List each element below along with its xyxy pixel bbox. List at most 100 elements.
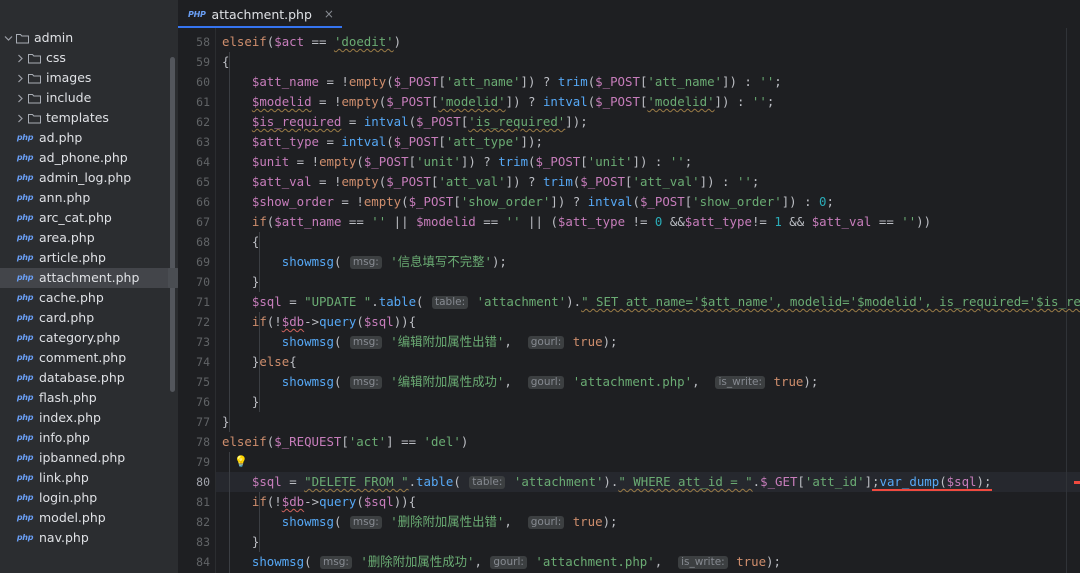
tree-item-attachment-php[interactable]: php attachment.php	[0, 268, 178, 288]
line-number[interactable]: 62	[178, 112, 210, 132]
tree-item-admin-log-php[interactable]: php admin_log.php	[0, 168, 178, 188]
tree-item-flash-php[interactable]: php flash.php	[0, 388, 178, 408]
tree-item-include[interactable]: include	[0, 88, 178, 108]
chevron-down-icon[interactable]	[2, 35, 14, 42]
line-number[interactable]: 73	[178, 332, 210, 352]
tree-item-info-php[interactable]: php info.php	[0, 428, 178, 448]
project-file-tree-panel[interactable]: admin css images include templates php ad.php p…	[0, 0, 178, 573]
tree-item-label: database.php	[39, 370, 125, 385]
line-number[interactable]: 67	[178, 212, 210, 232]
tree-item-comment-php[interactable]: php comment.php	[0, 348, 178, 368]
code-line[interactable]: }	[222, 532, 1080, 552]
error-stripe-marker[interactable]	[1074, 481, 1080, 484]
code-line[interactable]: showmsg( msg: '信息填写不完整');	[222, 252, 1080, 272]
code-line[interactable]: elseif($act == 'doedit')	[222, 32, 1080, 52]
tree-item-arc-cat-php[interactable]: php arc_cat.php	[0, 208, 178, 228]
line-number[interactable]: 66	[178, 192, 210, 212]
line-number[interactable]: 61	[178, 92, 210, 112]
sidebar-scroll-marker[interactable]	[168, 268, 178, 288]
tree-item-label: images	[46, 70, 92, 85]
line-number[interactable]: 77	[178, 412, 210, 432]
code-line[interactable]: showmsg( msg: '删除附加属性成功', gourl: 'attach…	[222, 552, 1080, 572]
code-line[interactable]: }	[222, 412, 1080, 432]
line-number[interactable]: 80	[178, 472, 210, 492]
code-line[interactable]: showmsg( msg: '编辑附加属性成功', gourl: 'attach…	[222, 372, 1080, 392]
line-number[interactable]: 83	[178, 532, 210, 552]
code-line[interactable]: $show_order = !empty($_POST['show_order'…	[222, 192, 1080, 212]
tree-item-login-php[interactable]: php login.php	[0, 488, 178, 508]
line-number[interactable]: 74	[178, 352, 210, 372]
tree-item-css[interactable]: css	[0, 48, 178, 68]
code-line[interactable]: showmsg( msg: '删除附加属性出错', gourl: true);	[222, 512, 1080, 532]
line-number[interactable]: 63	[178, 132, 210, 152]
chevron-right-icon[interactable]	[14, 94, 26, 103]
code-line[interactable]: }	[222, 272, 1080, 292]
line-number[interactable]: 70	[178, 272, 210, 292]
tree-item-ann-php[interactable]: php ann.php	[0, 188, 178, 208]
code-line[interactable]: $sql = "UPDATE ".table( table: 'attachme…	[222, 292, 1080, 312]
line-number[interactable]: 71	[178, 292, 210, 312]
tree-item-card-php[interactable]: php card.php	[0, 308, 178, 328]
code-editor-area[interactable]: 58 59 60 61 62 63 64 65 66 67 68 69 70 71 72 73 74 75 76 77…	[178, 28, 1080, 573]
line-number[interactable]: 69	[178, 252, 210, 272]
line-number[interactable]: 75	[178, 372, 210, 392]
code-line[interactable]: $unit = !empty($_POST['unit']) ? trim($_…	[222, 152, 1080, 172]
parameter-hint: is_write:	[678, 556, 728, 569]
tree-item-nav-php[interactable]: php nav.php	[0, 528, 178, 548]
code-line[interactable]: if(!$db->query($sql)){	[222, 492, 1080, 512]
code-line[interactable]: {	[222, 52, 1080, 72]
line-number[interactable]: 64	[178, 152, 210, 172]
line-number-gutter[interactable]: 58 59 60 61 62 63 64 65 66 67 68 69 70 71 72 73 74 75 76 77…	[178, 28, 215, 573]
close-icon[interactable]: ×	[324, 8, 334, 20]
tree-item-templates[interactable]: templates	[0, 108, 178, 128]
tree-item-cache-php[interactable]: php cache.php	[0, 288, 178, 308]
code-line[interactable]: $att_val = !empty($_POST['att_val']) ? t…	[222, 172, 1080, 192]
tree-item-images[interactable]: images	[0, 68, 178, 88]
code-line[interactable]: showmsg( msg: '编辑附加属性出错', gourl: true);	[222, 332, 1080, 352]
tree-item-area-php[interactable]: php area.php	[0, 228, 178, 248]
tab-attachment-php[interactable]: PHP attachment.php ×	[178, 0, 342, 28]
tree-item-link-php[interactable]: php link.php	[0, 468, 178, 488]
line-number[interactable]: 68	[178, 232, 210, 252]
line-number[interactable]: 78	[178, 432, 210, 452]
code-line[interactable]	[222, 452, 1080, 472]
tree-item-article-php[interactable]: php article.php	[0, 248, 178, 268]
line-number[interactable]: 79	[178, 452, 210, 472]
line-number[interactable]: 59	[178, 52, 210, 72]
code-line[interactable]: $modelid = !empty($_POST['modelid']) ? i…	[222, 92, 1080, 112]
line-number[interactable]: 81	[178, 492, 210, 512]
line-number[interactable]: 58	[178, 32, 210, 52]
code-line[interactable]: if(!$db->query($sql)){	[222, 312, 1080, 332]
line-number[interactable]: 65	[178, 172, 210, 192]
code-line[interactable]: }else{	[222, 352, 1080, 372]
chevron-right-icon[interactable]	[14, 74, 26, 83]
line-number[interactable]: 76	[178, 392, 210, 412]
tree-item-admin[interactable]: admin	[0, 28, 178, 48]
code-line[interactable]: $att_name = !empty($_POST['att_name']) ?…	[222, 72, 1080, 92]
tree-item-ipbanned-php[interactable]: php ipbanned.php	[0, 448, 178, 468]
code-line[interactable]: {	[222, 232, 1080, 252]
line-number[interactable]: 72	[178, 312, 210, 332]
chevron-right-icon[interactable]	[14, 114, 26, 123]
code-line[interactable]: $is_required = intval($_POST['is_require…	[222, 112, 1080, 132]
line-number[interactable]: 82	[178, 512, 210, 532]
chevron-right-icon[interactable]	[14, 54, 26, 63]
code-line[interactable]: elseif($_REQUEST['act'] == 'del')	[222, 432, 1080, 452]
editor-tab-bar[interactable]: PHP attachment.php ×	[178, 0, 1080, 28]
tree-item-model-php[interactable]: php model.php	[0, 508, 178, 528]
php-file-icon: php	[16, 493, 34, 502]
code-line[interactable]: $att_type = intval($_POST['att_type']);	[222, 132, 1080, 152]
tree-item-ad-phone-php[interactable]: php ad_phone.php	[0, 148, 178, 168]
code-line[interactable]: }	[222, 392, 1080, 412]
sidebar-scrollbar-thumb[interactable]	[170, 57, 175, 392]
line-number[interactable]: 84	[178, 552, 210, 572]
tree-item-index-php[interactable]: php index.php	[0, 408, 178, 428]
tree-item-ad-php[interactable]: php ad.php	[0, 128, 178, 148]
code-line[interactable]: if($att_name == '' || $modelid == '' || …	[222, 212, 1080, 232]
code-text[interactable]: elseif($act == 'doedit'){ $att_name = !e…	[222, 32, 1080, 573]
line-number[interactable]: 60	[178, 72, 210, 92]
tree-item-category-php[interactable]: php category.php	[0, 328, 178, 348]
tree-item-label: nav.php	[39, 530, 89, 545]
tree-item-database-php[interactable]: php database.php	[0, 368, 178, 388]
file-tree[interactable]: admin css images include templates php ad.php p…	[0, 28, 178, 548]
